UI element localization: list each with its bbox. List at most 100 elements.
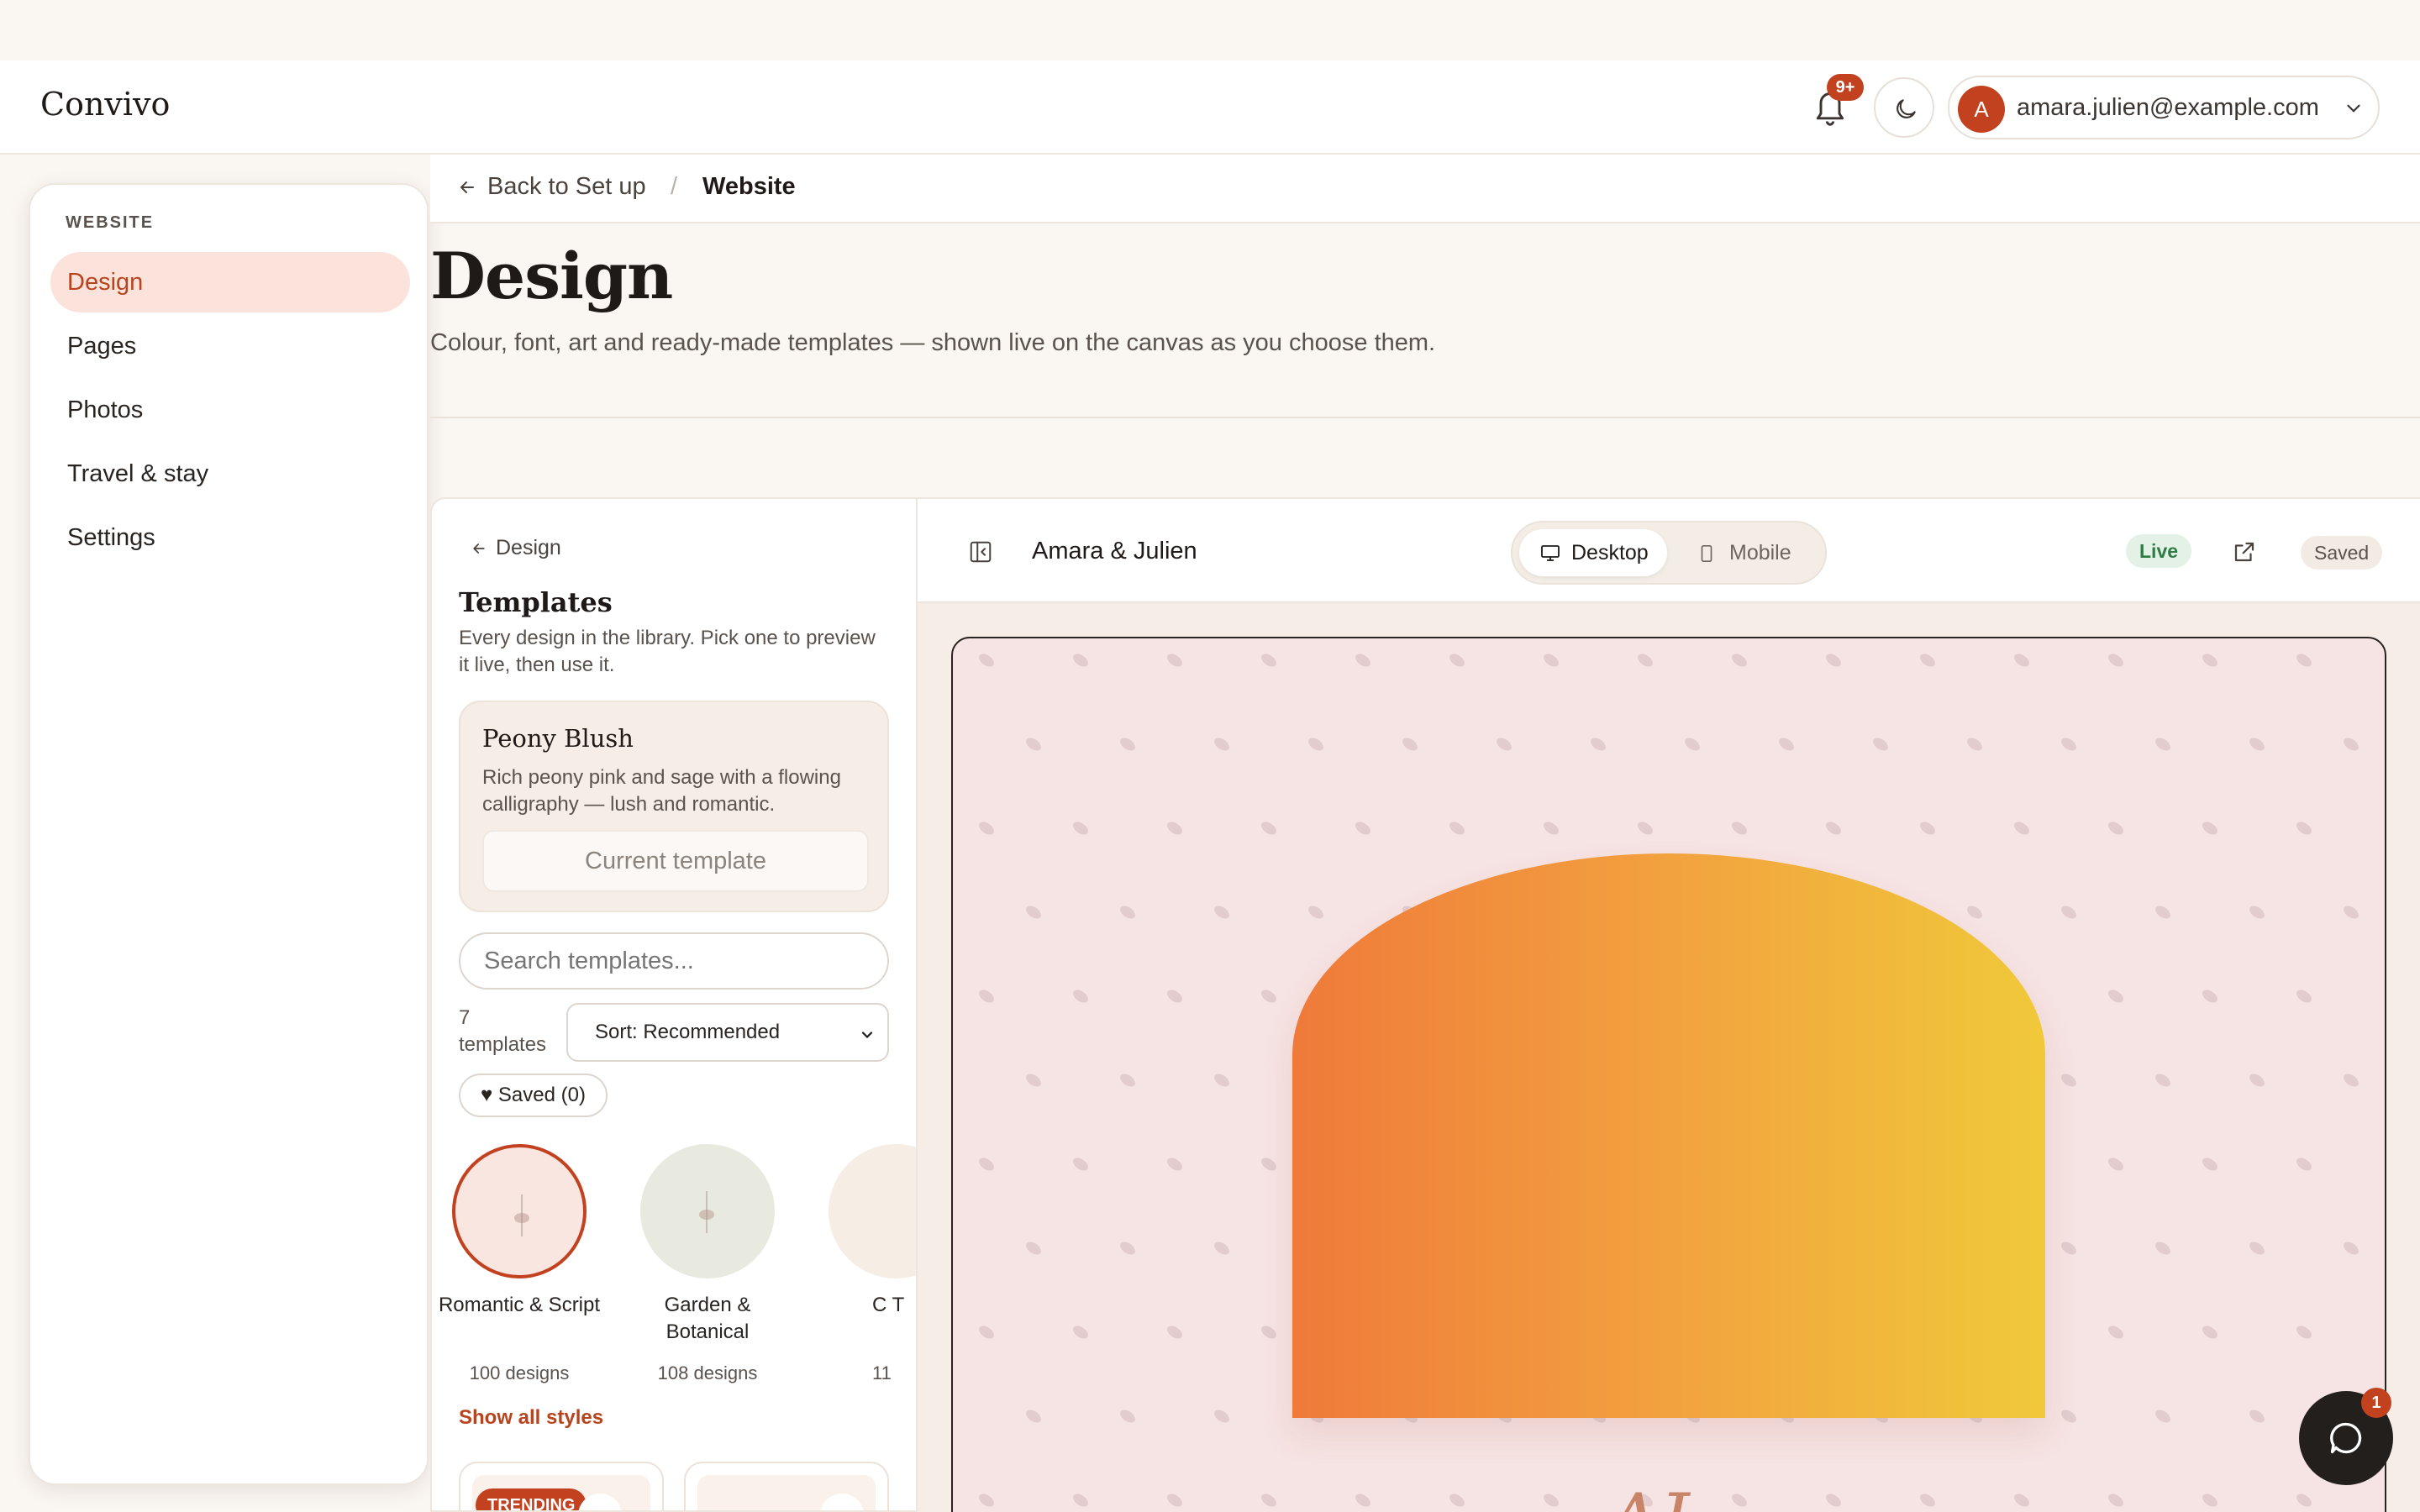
chat-badge: 1 bbox=[2361, 1388, 2391, 1418]
petal-mark bbox=[1118, 1407, 1138, 1425]
sidebar-item-photos[interactable]: Photos bbox=[50, 380, 410, 440]
petal-mark bbox=[2294, 1155, 2314, 1173]
style-garden-botanical-label: Garden & Botanical bbox=[664, 1294, 751, 1343]
chevron-down-icon bbox=[2347, 104, 2360, 113]
petal-mark bbox=[1823, 819, 1844, 837]
mobile-icon bbox=[1701, 545, 1712, 562]
petal-mark bbox=[1306, 903, 1326, 921]
petal-mark bbox=[1023, 1407, 1044, 1425]
petal-mark bbox=[2247, 1239, 2267, 1257]
website-canvas[interactable]: AJ bbox=[951, 637, 2386, 1512]
petal-mark bbox=[1071, 987, 1091, 1005]
petal-mark bbox=[2059, 1239, 2079, 1257]
petal-mark bbox=[2106, 1323, 2126, 1341]
petal-mark bbox=[1870, 735, 1891, 753]
style-third[interactable] bbox=[829, 1144, 916, 1278]
petal-mark bbox=[1212, 903, 1232, 921]
petal-mark bbox=[2153, 903, 2173, 921]
petal-mark bbox=[2247, 1407, 2267, 1425]
petal-mark bbox=[2294, 1491, 2314, 1509]
style-romantic-script[interactable] bbox=[452, 1144, 587, 1278]
petal-mark bbox=[1776, 735, 1797, 753]
petal-mark bbox=[1541, 1491, 1561, 1509]
petal-mark bbox=[1165, 1155, 1185, 1173]
petal-mark bbox=[2294, 1323, 2314, 1341]
desktop-icon bbox=[1541, 545, 1560, 561]
template-card[interactable] bbox=[684, 1462, 889, 1510]
chevron-down-icon bbox=[861, 1032, 873, 1039]
style-third-count: 11 bbox=[872, 1362, 892, 1383]
petal-mark bbox=[1118, 1239, 1138, 1257]
sidebar-item-travel-stay[interactable]: Travel & stay bbox=[50, 444, 410, 504]
petal-mark bbox=[1635, 651, 1655, 669]
petal-mark bbox=[1918, 1491, 1938, 1509]
petal-mark bbox=[976, 1323, 997, 1341]
avatar: A bbox=[1958, 86, 2005, 133]
petal-mark bbox=[1071, 651, 1091, 669]
notifications-badge: 9+ bbox=[1827, 74, 1864, 101]
petal-mark bbox=[976, 819, 997, 837]
sidebar-item-design[interactable]: Design bbox=[50, 252, 410, 312]
mobile-button[interactable]: Mobile bbox=[1677, 529, 1810, 576]
back-to-setup-label: Back to Set up bbox=[487, 173, 646, 200]
petal-mark bbox=[2059, 1071, 2079, 1089]
petal-mark bbox=[2200, 1491, 2220, 1509]
petal-mark bbox=[1823, 1491, 1844, 1509]
sort-select[interactable]: Sort: Recommended bbox=[566, 1003, 889, 1062]
petal-mark bbox=[2200, 1323, 2220, 1341]
petal-mark bbox=[976, 1155, 997, 1173]
theme-toggle-button[interactable] bbox=[1874, 77, 1934, 138]
petal-mark bbox=[1165, 651, 1185, 669]
panel-title: Templates bbox=[459, 586, 613, 618]
petal-mark bbox=[1447, 651, 1467, 669]
collapse-panel-icon[interactable] bbox=[968, 539, 993, 564]
petal-mark bbox=[1212, 1239, 1232, 1257]
petal-mark bbox=[1259, 1491, 1279, 1509]
style-garden-botanical[interactable] bbox=[640, 1144, 775, 1278]
petal-mark bbox=[1023, 1071, 1044, 1089]
page-subtitle: Colour, font, art and ready-made templat… bbox=[430, 329, 1436, 356]
live-status-badge: Live bbox=[2126, 534, 2192, 568]
templates-panel: Design Templates Every design in the lib… bbox=[430, 497, 916, 1512]
sidebar-item-pages[interactable]: Pages bbox=[50, 316, 410, 376]
petal-mark bbox=[2247, 735, 2267, 753]
app-logo[interactable]: Convivo bbox=[40, 86, 170, 123]
petal-mark bbox=[2153, 1239, 2173, 1257]
petal-mark bbox=[1494, 735, 1514, 753]
show-all-styles-link[interactable]: Show all styles bbox=[459, 1406, 603, 1430]
external-link-icon[interactable] bbox=[2232, 539, 2257, 564]
search-templates-input[interactable] bbox=[459, 932, 889, 990]
user-menu[interactable]: A amara.julien@example.com bbox=[1948, 76, 2380, 139]
petal-mark bbox=[1729, 651, 1749, 669]
saved-filter-button[interactable]: ♥ Saved (0) bbox=[459, 1074, 608, 1117]
current-template-card: Peony Blush Rich peony pink and sage wit… bbox=[459, 701, 889, 912]
petal-mark bbox=[1729, 1491, 1749, 1509]
petal-mark bbox=[2106, 1491, 2126, 1509]
petal-mark bbox=[1447, 819, 1467, 837]
arrow-left-icon bbox=[473, 543, 485, 554]
petal-mark bbox=[2200, 651, 2220, 669]
save-state-badge: Saved bbox=[2301, 536, 2383, 570]
petal-mark bbox=[1118, 735, 1138, 753]
petal-mark bbox=[2106, 819, 2126, 837]
petal-mark bbox=[1023, 1239, 1044, 1257]
petal-mark bbox=[2012, 651, 2032, 669]
current-template-description: Rich peony pink and sage with a flowing … bbox=[482, 766, 841, 816]
current-template-button[interactable]: Current template bbox=[482, 830, 869, 892]
sidebar-item-settings[interactable]: Settings bbox=[50, 507, 410, 568]
back-to-setup-link[interactable]: Back to Set up bbox=[457, 173, 646, 201]
petal-mark bbox=[2153, 735, 2173, 753]
panel-back-link[interactable]: Design bbox=[471, 536, 561, 560]
petal-mark bbox=[1541, 651, 1561, 669]
template-card[interactable]: TRENDING bbox=[459, 1462, 664, 1510]
petal-mark bbox=[1823, 651, 1844, 669]
petal-mark bbox=[1259, 651, 1279, 669]
petal-mark bbox=[2247, 1071, 2267, 1089]
petal-mark bbox=[1965, 735, 1985, 753]
petal-mark bbox=[1118, 1071, 1138, 1089]
petal-mark bbox=[1965, 903, 1985, 921]
desktop-button[interactable]: Desktop bbox=[1519, 529, 1667, 576]
breadcrumb-separator: / bbox=[671, 173, 678, 200]
petal-mark bbox=[1918, 651, 1938, 669]
petal-mark bbox=[2106, 651, 2126, 669]
